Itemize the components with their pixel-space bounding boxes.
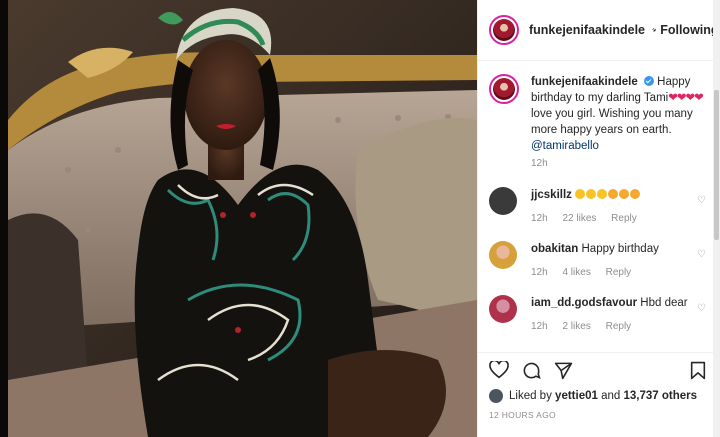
post-actions: [478, 352, 714, 385]
comment-item: iam_dd.godsfavour Hbd dear 12h 2 likes R…: [489, 295, 714, 345]
comment-meta: 12h 4 likes Reply: [531, 267, 643, 278]
comment-likes[interactable]: 22 likes: [562, 213, 596, 224]
likes-count[interactable]: 13,737 others: [623, 390, 697, 402]
post-sidebar: funkejenifaakindele • Following funkejen…: [477, 0, 720, 437]
caption-text: funkejenifaakindele Happy birthday to my…: [531, 74, 719, 154]
header-avatar[interactable]: [489, 15, 519, 45]
comment-emojis: [575, 189, 641, 201]
post-header: funkejenifaakindele • Following: [478, 0, 719, 61]
caption-mention-link[interactable]: @tamirabello: [531, 140, 599, 152]
comment-username[interactable]: jjcskillz: [531, 189, 572, 201]
likes-summary: Liked by yettie01 and 13,737 others: [489, 386, 714, 406]
post-photo-image: [8, 0, 477, 437]
comment-meta: 12h 22 likes Reply: [531, 213, 649, 224]
comment-likes[interactable]: 2 likes: [562, 321, 590, 332]
likes-prefix: Liked by: [509, 390, 552, 402]
likes-middle: and: [601, 390, 621, 402]
left-edge-strip: [0, 0, 8, 437]
comment-meta: 12h 2 likes Reply: [531, 321, 643, 332]
comment-likes[interactable]: 4 likes: [562, 267, 590, 278]
header-username[interactable]: funkejenifaakindele: [529, 23, 645, 37]
post-timestamp[interactable]: 12 HOURS AGO: [489, 410, 556, 420]
caption-avatar[interactable]: [489, 74, 519, 104]
scrollbar-thumb[interactable]: [714, 90, 719, 240]
following-button[interactable]: Following: [660, 23, 718, 37]
caption-hearts: ❤❤❤❤: [668, 92, 704, 104]
comment-reply-button[interactable]: Reply: [606, 267, 632, 278]
comment-item: obakitan Happy birthday 12h 4 likes Repl…: [489, 241, 714, 291]
comment-text: obakitan Happy birthday: [531, 243, 659, 255]
comment-like-heart-icon[interactable]: ♡: [697, 303, 706, 314]
caption-username[interactable]: funkejenifaakindele: [531, 76, 638, 88]
liker-avatar[interactable]: [489, 389, 503, 403]
comment-body: Happy birthday: [581, 243, 659, 255]
comment-body: Hbd dear: [640, 297, 688, 309]
comment-time[interactable]: 12h: [531, 213, 548, 224]
comment-reply-button[interactable]: Reply: [611, 213, 637, 224]
comment-avatar[interactable]: [489, 187, 517, 215]
caption-time[interactable]: 12h: [531, 158, 548, 169]
verified-badge-icon: [643, 76, 654, 86]
comment-reply-button[interactable]: Reply: [606, 321, 632, 332]
post-photo[interactable]: [8, 0, 477, 437]
comment-avatar[interactable]: [489, 295, 517, 323]
comment-username[interactable]: iam_dd.godsfavour: [531, 297, 637, 309]
bookmark-icon[interactable]: [690, 361, 706, 380]
comment-like-heart-icon[interactable]: ♡: [697, 195, 706, 206]
comment-item: jjcskillz 12h 22 likes Reply ♡: [489, 187, 714, 237]
comment-avatar[interactable]: [489, 241, 517, 269]
share-icon[interactable]: [554, 361, 573, 380]
comment-text: iam_dd.godsfavour Hbd dear: [531, 297, 688, 309]
comment-icon[interactable]: [522, 361, 541, 380]
comment-username[interactable]: obakitan: [531, 243, 578, 255]
comment-text: jjcskillz: [531, 189, 641, 201]
heart-icon[interactable]: [489, 361, 509, 379]
comment-time[interactable]: 12h: [531, 321, 548, 332]
comment-like-heart-icon[interactable]: ♡: [697, 249, 706, 260]
comment-time[interactable]: 12h: [531, 267, 548, 278]
caption-body-continued: love you girl. Wishing you many more hap…: [531, 108, 693, 136]
liker-username[interactable]: yettie01: [555, 390, 598, 402]
